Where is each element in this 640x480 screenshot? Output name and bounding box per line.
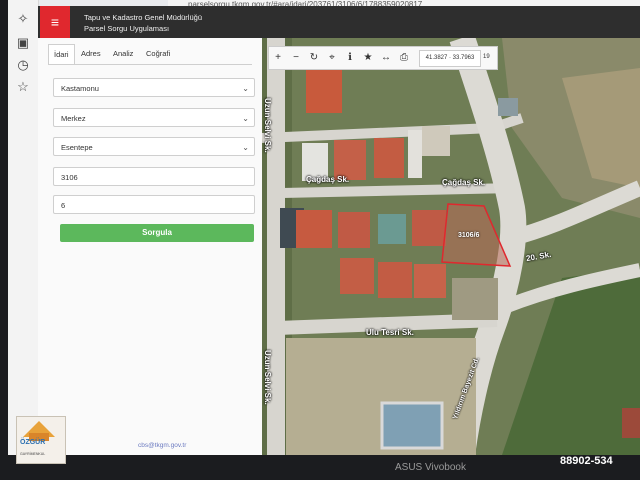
tab-divider [48, 64, 252, 65]
il-select[interactable]: Kastamonu ⌄ [53, 78, 255, 97]
app-subtitle: Parsel Sorgu Uygulaması [84, 24, 170, 33]
zoom-out-icon[interactable]: − [287, 47, 305, 69]
favorites-icon[interactable]: ☆ [14, 78, 32, 96]
hamburger-icon[interactable]: ≡ [40, 6, 70, 38]
chevron-down-icon: ⌄ [242, 114, 249, 123]
mahalle-value: Esentepe [61, 143, 93, 152]
extensions-icon[interactable]: ✧ [14, 10, 32, 28]
sorgula-button[interactable]: Sorgula [60, 224, 254, 242]
tab-adres[interactable]: Adres [76, 44, 106, 64]
parsel-input[interactable]: 6 [53, 195, 255, 214]
zoom-in-icon[interactable]: + [269, 47, 287, 69]
listing-number: 88902-534 [560, 455, 613, 467]
satellite-imagery [262, 38, 640, 455]
history-icon[interactable]: ◷ [14, 56, 32, 74]
street-label: Uzun Selvi Sk. [263, 98, 272, 153]
parcel-label: 3106/6 [458, 232, 480, 239]
query-panel: İdari Adres Analiz Coğrafi Kastamonu ⌄ M… [38, 38, 263, 455]
measure-icon[interactable]: ↔ [377, 47, 395, 69]
locate-icon[interactable]: ⌖ [323, 47, 341, 69]
house-icon [23, 421, 55, 441]
tab-idari[interactable]: İdari [48, 44, 75, 65]
street-label: Uzun Selvi Sk. [263, 350, 272, 405]
ada-value: 3106 [61, 173, 78, 182]
info-icon[interactable]: ℹ [341, 47, 359, 69]
browser-sidebar: ✧ ▣ ◷ ☆ [8, 0, 39, 455]
street-label: Çağdaş Sk. [306, 175, 350, 184]
company-logo: ÖZGÜR GAYRİMENKUL [16, 416, 66, 464]
map-toolbar: + − ↻ ⌖ ℹ ★ ↔ ⎙ 41.3827 · 33.7963 19 [268, 46, 498, 70]
parsel-value: 6 [61, 201, 66, 210]
chevron-down-icon: ⌄ [242, 84, 249, 93]
il-value: Kastamonu [61, 84, 99, 93]
laptop-bezel [0, 455, 640, 480]
print-icon[interactable]: ⎙ [395, 47, 413, 69]
logo-text: ÖZGÜR [20, 439, 46, 446]
zoom-level: 19 [483, 54, 490, 60]
device-brand: ASUS Vivobook [395, 462, 466, 473]
logo-subtext: GAYRİMENKUL [20, 452, 46, 456]
mahalle-select[interactable]: Esentepe ⌄ [53, 137, 255, 156]
collections-icon[interactable]: ▣ [14, 34, 32, 52]
refresh-icon[interactable]: ↻ [305, 47, 323, 69]
app-header: ≡ Tapu ve Kadastro Genel Müdürlüğü Parse… [38, 6, 640, 38]
ada-input[interactable]: 3106 [53, 167, 255, 186]
coordinate-readout: 41.3827 · 33.7963 [419, 50, 481, 67]
street-label: Ulu Tesri Sk. [366, 328, 414, 337]
ilce-select[interactable]: Merkez ⌄ [53, 108, 255, 127]
map-view[interactable]: + − ↻ ⌖ ℹ ★ ↔ ⎙ 41.3827 · 33.7963 19 Uzu… [262, 38, 640, 455]
ilce-value: Merkez [61, 114, 86, 123]
street-label: Çağdaş Sk. [442, 178, 486, 187]
app-title: Tapu ve Kadastro Genel Müdürlüğü [84, 13, 202, 22]
chevron-down-icon: ⌄ [242, 143, 249, 152]
star-icon[interactable]: ★ [359, 47, 377, 69]
tab-cografi[interactable]: Coğrafi [141, 44, 175, 64]
laptop-screen: ✧ ▣ ◷ ☆ parselsorgu.tkgm.gov.tr/#ara/ida… [8, 0, 640, 455]
contact-link[interactable]: cbs@tkgm.gov.tr [138, 442, 186, 449]
tab-analiz[interactable]: Analiz [108, 44, 138, 64]
